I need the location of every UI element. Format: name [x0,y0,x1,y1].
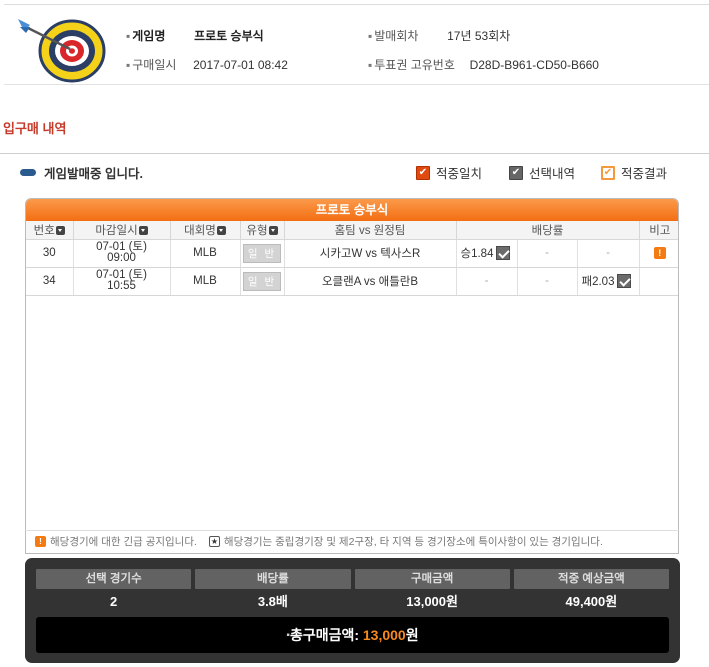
odds-draw-cell: - [517,239,578,268]
type-badge: 일 반 [242,243,282,263]
row-league: MLB [170,267,241,296]
total-purchase-amount: ▪총구매금액: 13,000원 [36,617,669,653]
ticket-id-row: ▪ 투표권 고유번호 D28D-B961-CD50-B660 [368,58,599,72]
table-title: 프로토 승부식 [26,199,678,221]
table-header-row: 번호 마감일시 대회명 유형 홈팀 vs 원정팀 배당률 비고 [26,221,678,240]
game-name-value: 프로토 승부식 [194,29,264,43]
bet-table: 프로토 승부식 번호 마감일시 대회명 유형 홈팀 vs 원정팀 배당률 비고 … [25,198,679,554]
total-amount: 13,000 [362,627,406,643]
legend-hit-label: 적중일치 [436,167,483,181]
status-pill-icon [20,169,36,176]
urgent-notice-icon[interactable]: ! [653,247,666,259]
odds-win-cell: - [456,267,518,296]
purchase-date-label: 구매일시 [132,58,177,72]
dart-target-icon [18,19,106,83]
col-league[interactable]: 대회명 [170,221,241,240]
neutral-note-text: 해당경기는 중립경기장 및 제2구장, 타 지역 등 경기장소에 특이사항이 있… [223,536,603,548]
row-type: 일 반 [240,239,285,268]
summary-label-amount: 구매금액 [354,569,510,589]
sort-icon[interactable] [55,225,65,235]
summary-label-games: 선택 경기수 [36,569,192,589]
urgent-note-text: 해당경기에 대한 긴급 공지입니다. [50,536,197,548]
col-note: 비고 [639,221,678,240]
selected-check-icon [617,274,632,288]
game-name-row: ▪ 게임명 프로토 승부식 [126,29,264,43]
type-badge: 일 반 [242,271,282,291]
section-title: 입구매 내역 [3,121,67,136]
summary-value-games: 2 [110,594,118,609]
total-label: 총구매금액: [289,627,363,643]
summary-value-amount: 13,000원 [406,594,458,609]
total-unit: 원 [405,627,419,643]
game-name-label: 게임명 [132,29,166,43]
game-status: 게임발매중 입니다. [20,163,143,182]
summary-label-expected: 적중 예상금액 [513,569,669,589]
ticket-id-value: D28D-B961-CD50-B660 [469,58,599,72]
bet-table-grid: 번호 마감일시 대회명 유형 홈팀 vs 원정팀 배당률 비고 30 07-01… [26,221,678,296]
col-no[interactable]: 번호 [26,221,74,240]
round-value: 17년 53회차 [447,29,511,43]
row-match: 시카고W vs 텍사스R [284,239,457,268]
selected-check-icon: ✔ [509,165,523,180]
row-close-datetime: 07-01 (토) 09:00 [73,239,171,268]
result-check-icon: ✔ [601,165,615,180]
odds-lose-cell: 패2.03 [577,267,640,296]
col-type[interactable]: 유형 [240,221,285,240]
sort-icon[interactable] [138,225,148,235]
legend-hit: ✔ 적중일치 [416,163,482,182]
col-match: 홈팀 vs 원정팀 [284,221,457,240]
legend-result-label: 적중결과 [621,167,668,181]
legend-result: ✔ 적중결과 [601,163,667,182]
purchase-date-row: ▪ 구매일시 2017-07-01 08:42 [126,58,288,72]
odds-draw-cell: - [517,267,578,296]
odds-win-cell: 승1.84 [456,239,518,268]
status-text: 게임발매중 입니다. [44,167,143,181]
summary-value-expected: 49,400원 [565,594,618,609]
purchase-date-value: 2017-07-01 08:42 [193,58,288,72]
ticket-id-label: 투표권 고유번호 [374,58,455,72]
row-no: 34 [26,267,74,296]
summary-grid: 선택 경기수 배당률 구매금액 적중 예상금액 2 3.8배 13,000원 4… [36,569,669,615]
urgent-notice-icon: ! [35,536,46,547]
round-label: 발매회차 [374,29,419,43]
section-divider [0,153,709,154]
sort-icon[interactable] [216,225,226,235]
purchase-info-header: ▪ 게임명 프로토 승부식 ▪ 발매회차 17년 53회차 ▪ 구매일시 2017-0… [4,5,709,85]
summary-label-odds: 배당률 [195,569,351,589]
hit-check-icon: ✔ [416,165,430,180]
purchase-summary: 선택 경기수 배당률 구매금액 적중 예상금액 2 3.8배 13,000원 4… [25,558,680,663]
table-notes: ! 해당경기에 대한 긴급 공지입니다. ★ 해당경기는 중립경기장 및 제2구… [25,530,679,552]
summary-value-odds: 3.8배 [257,594,288,609]
selected-check-icon [496,246,511,260]
row-type: 일 반 [240,267,285,296]
round-row: ▪ 발매회차 17년 53회차 [368,29,511,43]
legend-selected: ✔ 선택내역 [509,163,575,182]
table-row: 34 07-01 (토) 10:55 MLB 일 반 오클랜A vs 애틀란B -… [26,267,678,296]
odds-lose-cell: - [577,239,640,268]
row-league: MLB [170,239,241,268]
row-note [639,267,678,296]
row-note: ! [639,239,678,268]
sort-icon[interactable] [268,225,278,235]
row-close-datetime: 07-01 (토) 10:55 [73,267,171,296]
col-close-date[interactable]: 마감일시 [73,221,171,240]
legend-selected-label: 선택내역 [529,167,576,181]
table-row: 30 07-01 (토) 09:00 MLB 일 반 시카고W vs 텍사스R 승… [26,239,678,268]
neutral-venue-icon: ★ [208,536,220,547]
col-odds: 배당률 [456,221,640,240]
row-match: 오클랜A vs 애틀란B [284,267,457,296]
row-no: 30 [26,239,74,268]
